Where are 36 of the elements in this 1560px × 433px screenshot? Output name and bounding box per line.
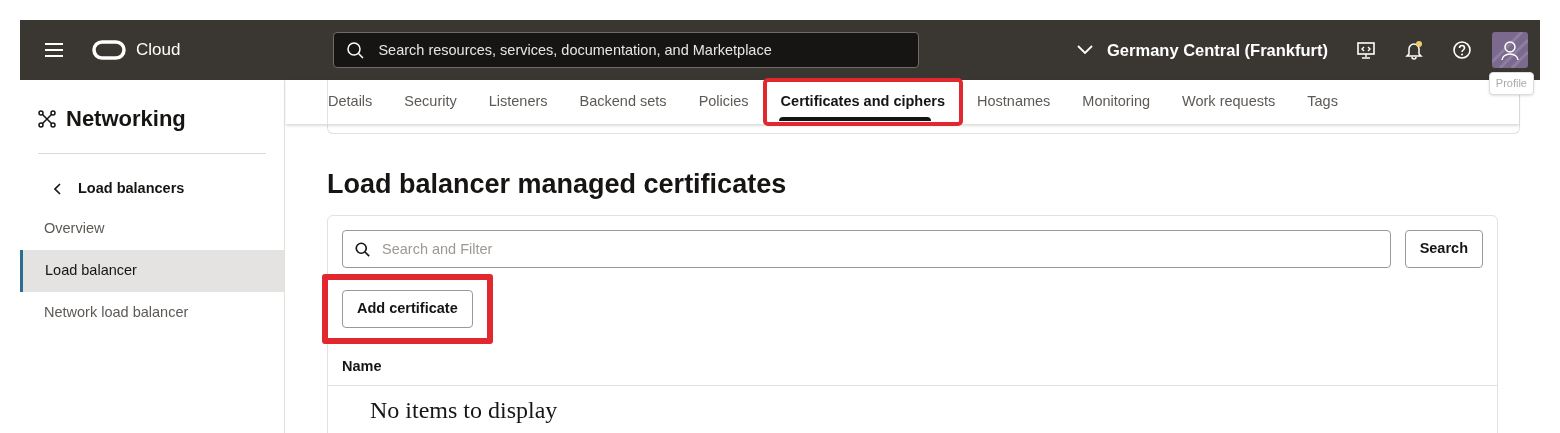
tab[interactable]: Work requests — [1166, 80, 1292, 124]
sidebar-title: Networking — [66, 105, 186, 133]
network-nodes-icon — [38, 109, 56, 128]
tab[interactable]: Listeners — [472, 80, 564, 124]
tab[interactable]: Monitoring — [1066, 80, 1167, 124]
menu-icon[interactable] — [44, 42, 64, 58]
tab[interactable]: Details — [312, 80, 389, 124]
sidebar-item[interactable]: Network load balancer — [20, 291, 284, 334]
tab[interactable]: Tags — [1291, 80, 1354, 124]
region-selector[interactable]: Germany Central (Frankfurt) — [1077, 37, 1328, 63]
tab[interactable]: Backend sets — [563, 80, 683, 124]
section-title: Load balancer managed certificates — [327, 168, 788, 201]
bell-icon[interactable] — [1404, 40, 1424, 60]
monitor-code-icon[interactable] — [1356, 40, 1376, 60]
sidebar-item[interactable]: Load balancer — [20, 249, 284, 292]
search-button[interactable]: Search — [1404, 229, 1483, 268]
profile-avatar[interactable] — [1492, 32, 1528, 68]
search-field[interactable]: Search resources, services, documentation, and Marketplace — [333, 32, 920, 68]
tooltip: Profile — [1488, 72, 1534, 95]
search-icon — [355, 241, 370, 257]
tab[interactable]: Policies — [682, 80, 765, 124]
column-header: Name — [342, 357, 382, 377]
chevron-down-icon — [1077, 45, 1094, 55]
chevron-left-icon — [54, 182, 62, 195]
filter-field[interactable]: Search and Filter — [342, 229, 1391, 268]
search-icon — [346, 41, 365, 59]
help-icon[interactable] — [1452, 40, 1472, 60]
sidebar-item[interactable]: Overview — [20, 207, 284, 250]
tab[interactable]: Security — [388, 80, 473, 124]
brand-name: Cloud — [136, 39, 181, 62]
empty-message: No items to display — [369, 395, 559, 425]
add-certificate-button[interactable]: Add certificate — [342, 289, 473, 328]
tab[interactable]: Hostnames — [961, 80, 1067, 124]
logo-icon — [92, 40, 126, 60]
back-link[interactable]: Load balancers — [54, 178, 185, 200]
tab[interactable]: Certificates and ciphers — [764, 80, 961, 124]
